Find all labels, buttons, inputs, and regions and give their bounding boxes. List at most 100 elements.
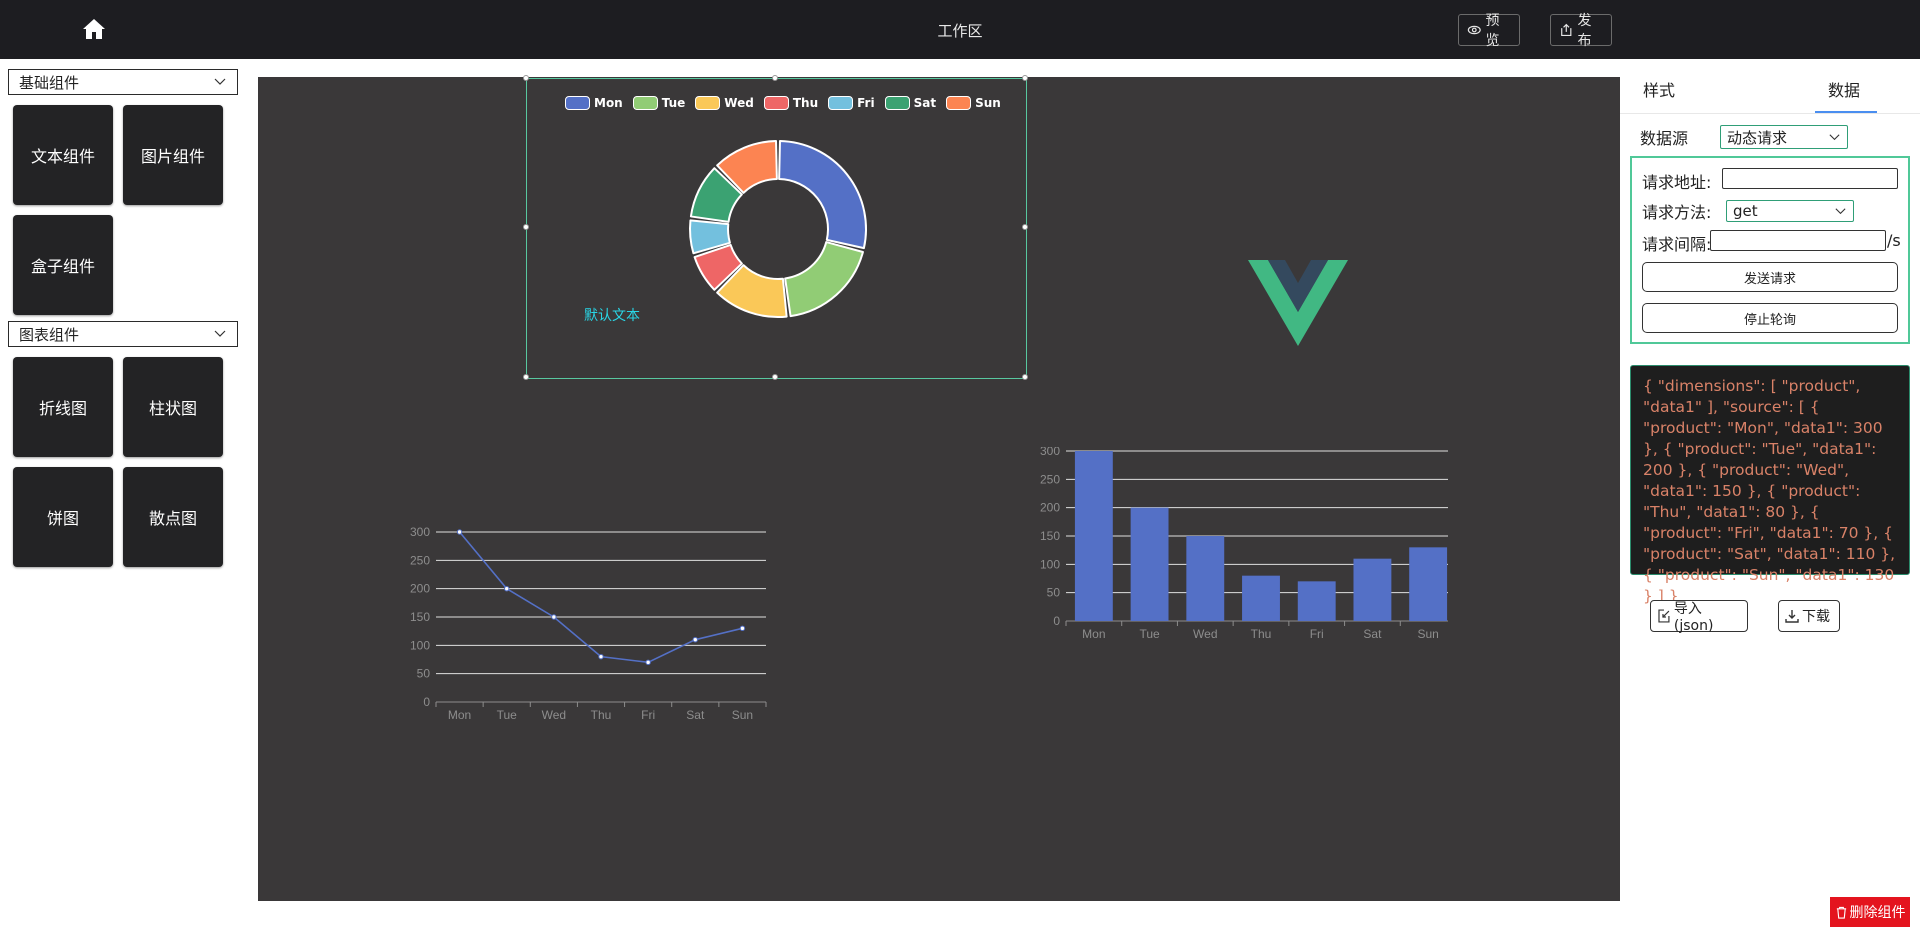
chevron-down-icon [1835,207,1846,214]
delete-label: 删除组件 [1849,905,1906,921]
publish-label: 发布 [1577,13,1592,49]
download-button[interactable]: 下载 [1778,600,1840,632]
resize-handle-bottom[interactable] [772,374,778,380]
bar-chart-card[interactable]: 柱状图 [123,357,223,457]
bar-sat [1353,558,1392,621]
workspace-title: 工作区 [937,22,983,40]
line-chart[interactable]: 0 50 100 150 200 250 300 Mon Tue Wed Thu Fri Sat Sun [398,522,818,752]
eye-icon [1467,25,1481,35]
line-series [458,531,743,664]
url-label: 请求地址: [1642,173,1712,192]
resize-handle-right[interactable] [1022,224,1028,230]
line-point-wed [551,614,557,620]
y-tick-label: 200 [410,582,430,596]
download-label: 下载 [1802,609,1830,625]
y-tick-label: 200 [1040,501,1060,515]
bar-wed [1186,536,1225,621]
delete-component-button[interactable]: 删除组件 [1830,897,1910,927]
pie-chart-card[interactable]: 饼图 [13,467,113,567]
method-label: 请求方法: [1642,203,1712,222]
default-text[interactable]: 默认文本 [584,305,640,325]
x-tick-label: Sun [1417,627,1438,641]
resize-handle-bottom-left[interactable] [523,374,529,380]
bar-tue [1130,507,1169,621]
x-tick-label: Tue [497,708,518,722]
method-select[interactable]: get [1726,200,1854,222]
y-tick-label: 100 [410,638,430,652]
selected-pie-component[interactable]: Mon Tue Wed Thu Fri Sat Sun 默认文本 [523,75,1028,380]
x-tick-label: Fri [1310,627,1324,641]
tab-data[interactable]: 数据 [1828,77,1860,101]
url-input[interactable] [1722,168,1898,189]
y-tick-label: 0 [423,695,430,709]
preview-button[interactable]: 预览 [1458,13,1520,49]
x-tick-label: Sat [1363,627,1382,641]
image-component-card[interactable]: 图片组件 [123,105,223,205]
import-json-button[interactable]: 导入(json) [1650,600,1748,634]
chevron-down-icon [214,330,226,337]
x-tick-label: Sat [686,708,705,722]
line-point-mon [456,529,463,535]
datasource-value: 动态请求 [1727,128,1788,147]
datasource-select[interactable]: 动态请求 [1720,125,1848,149]
x-tick-label: Wed [1193,627,1217,641]
y-tick-label: 250 [410,553,430,567]
y-tick-label: 0 [1053,614,1060,628]
download-icon [1785,610,1799,623]
bar-chart[interactable]: 0 50 100 150 200 250 300 Mon Tue Wed Thu Fri Sat Sun [1028,447,1448,677]
line-point-tue [504,585,510,592]
resize-handle-left[interactable] [523,224,529,230]
import-icon [1658,609,1670,623]
line-chart-card[interactable]: 折线图 [13,357,113,457]
resize-handle-top-left[interactable] [523,75,529,81]
interval-label: 请求间隔: [1642,235,1712,254]
line-point-thu [598,653,604,660]
resize-handle-top-right[interactable] [1022,75,1028,81]
editor-canvas[interactable]: Mon Tue Wed Thu Fri Sat Sun 默认文本 0 50 100 150 200 2… [258,75,1620,901]
y-tick-label: 300 [1040,447,1060,458]
resize-handle-top[interactable] [772,75,778,81]
upload-icon [1561,23,1572,37]
json-editor[interactable]: { "dimensions": [ "product", "data1" ], … [1630,365,1910,605]
request-config-box: 请求地址: 请求方法: get 请求间隔: /s 发送请求 停止轮询 [1630,156,1910,344]
x-tick-label: Sun [732,708,753,722]
y-tick-label: 50 [417,667,431,681]
datasource-label: 数据源 [1640,129,1689,148]
bar-sun [1409,547,1448,621]
text-component-card[interactable]: 文本组件 [13,105,113,205]
component-library: 基础组件 文本组件 图片组件 盒子组件 图表组件 折线图 柱状图 饼图 散点图 [0,59,258,937]
chart-category-select[interactable]: 图表组件 [8,321,238,347]
y-tick-label: 100 [1040,557,1060,571]
y-tick-label: 250 [1040,472,1060,486]
line-point-fri [645,659,651,666]
pie-slice-mon [778,140,867,250]
interval-unit: /s [1887,231,1901,250]
x-tick-label: Thu [1251,627,1272,641]
x-tick-label: Thu [591,708,612,722]
line-point-sat [692,636,698,643]
resize-handle-bottom-right[interactable] [1022,374,1028,380]
basic-category-label: 基础组件 [19,73,80,92]
x-tick-label: Wed [542,708,566,722]
line-point-sun [739,625,746,632]
import-label: 导入(json) [1673,601,1714,634]
publish-button[interactable]: 发布 [1550,13,1612,49]
box-component-card[interactable]: 盒子组件 [13,215,113,315]
scatter-chart-card[interactable]: 散点图 [123,467,223,567]
vue-logo-image[interactable] [1248,260,1348,346]
bar-fri [1297,581,1336,621]
top-bar: 工作区 预览 发布 [0,0,1920,59]
send-request-button[interactable]: 发送请求 [1642,262,1898,292]
tab-style[interactable]: 样式 [1643,77,1675,101]
interval-input[interactable] [1710,230,1886,251]
tab-divider [1620,113,1920,114]
method-value: get [1733,202,1758,220]
bar-thu [1242,575,1280,621]
basic-category-select[interactable]: 基础组件 [8,69,238,95]
chart-category-label: 图表组件 [19,325,80,344]
property-panel: 样式 数据 数据源 动态请求 请求地址: 请求方法: get 请求间隔: /s … [1620,59,1920,937]
x-tick-label: Fri [641,708,655,722]
pie-slice-tue [784,241,864,318]
chevron-down-icon [214,78,226,85]
stop-polling-button[interactable]: 停止轮询 [1642,303,1898,333]
